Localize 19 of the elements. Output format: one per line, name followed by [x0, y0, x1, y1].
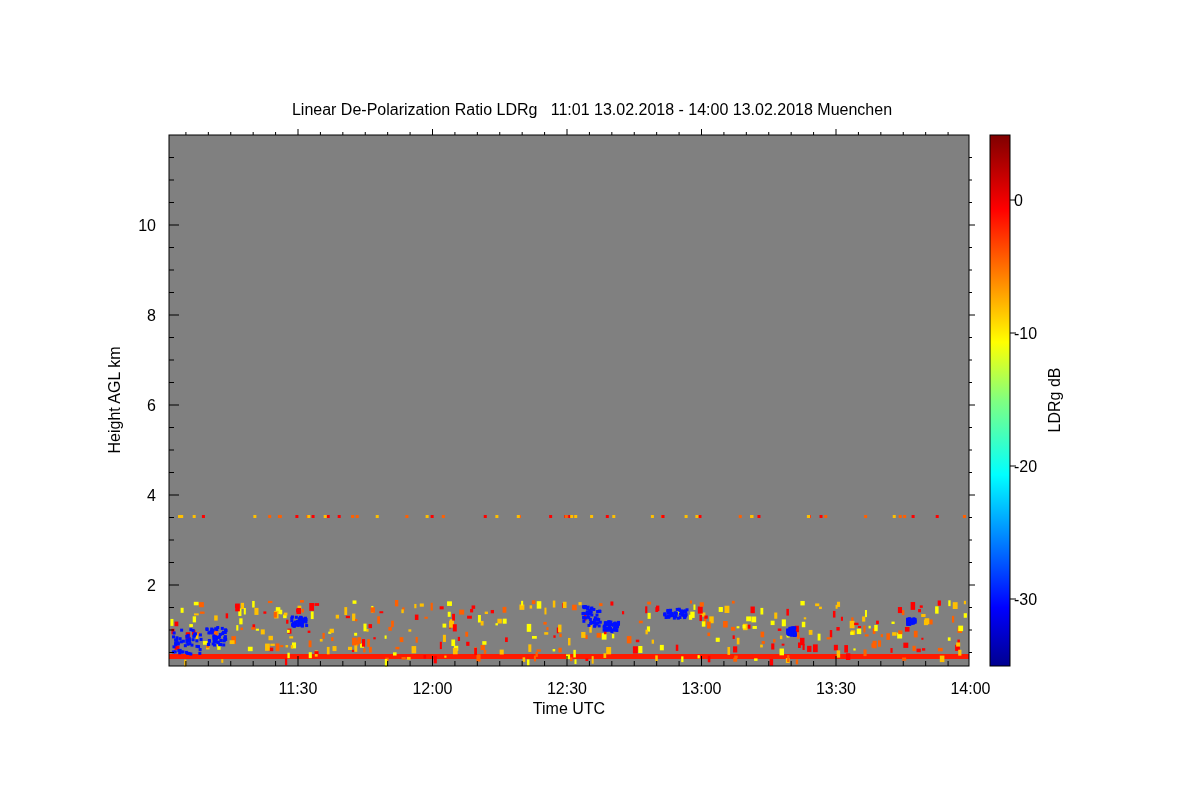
- x-tick-label: 13:00: [681, 680, 722, 697]
- colorbar-tick-label: -30: [1014, 591, 1038, 608]
- y-tick-label: 10: [138, 217, 156, 234]
- y-tick-label: 6: [147, 397, 156, 414]
- y-tick-label: 8: [147, 307, 156, 324]
- colorbar-tick-label: -20: [1014, 458, 1038, 475]
- chart-title: Linear De-Polarization Ratio LDRg 11:01 13.02.2018 - 14:00 13.02.2018 Muenchen: [291, 101, 893, 118]
- x-tick-label: 11:30: [278, 680, 318, 697]
- colorbar-label: LDRg dB: [1046, 367, 1063, 433]
- colorbar-tick-label: 0: [1014, 192, 1023, 209]
- x-tick-label: 12:00: [412, 680, 453, 697]
- y-tick-label: 4: [147, 487, 156, 504]
- colorbar-tick-label: -10: [1014, 325, 1038, 342]
- x-axis-label: Time UTC: [532, 700, 606, 717]
- x-tick-label: 12:30: [547, 680, 587, 697]
- x-tick-label: 13:30: [816, 680, 856, 697]
- y-tick-label: 2: [147, 577, 156, 594]
- x-tick-label: 14:00: [950, 680, 991, 697]
- y-axis-label: Height AGL km: [106, 346, 123, 454]
